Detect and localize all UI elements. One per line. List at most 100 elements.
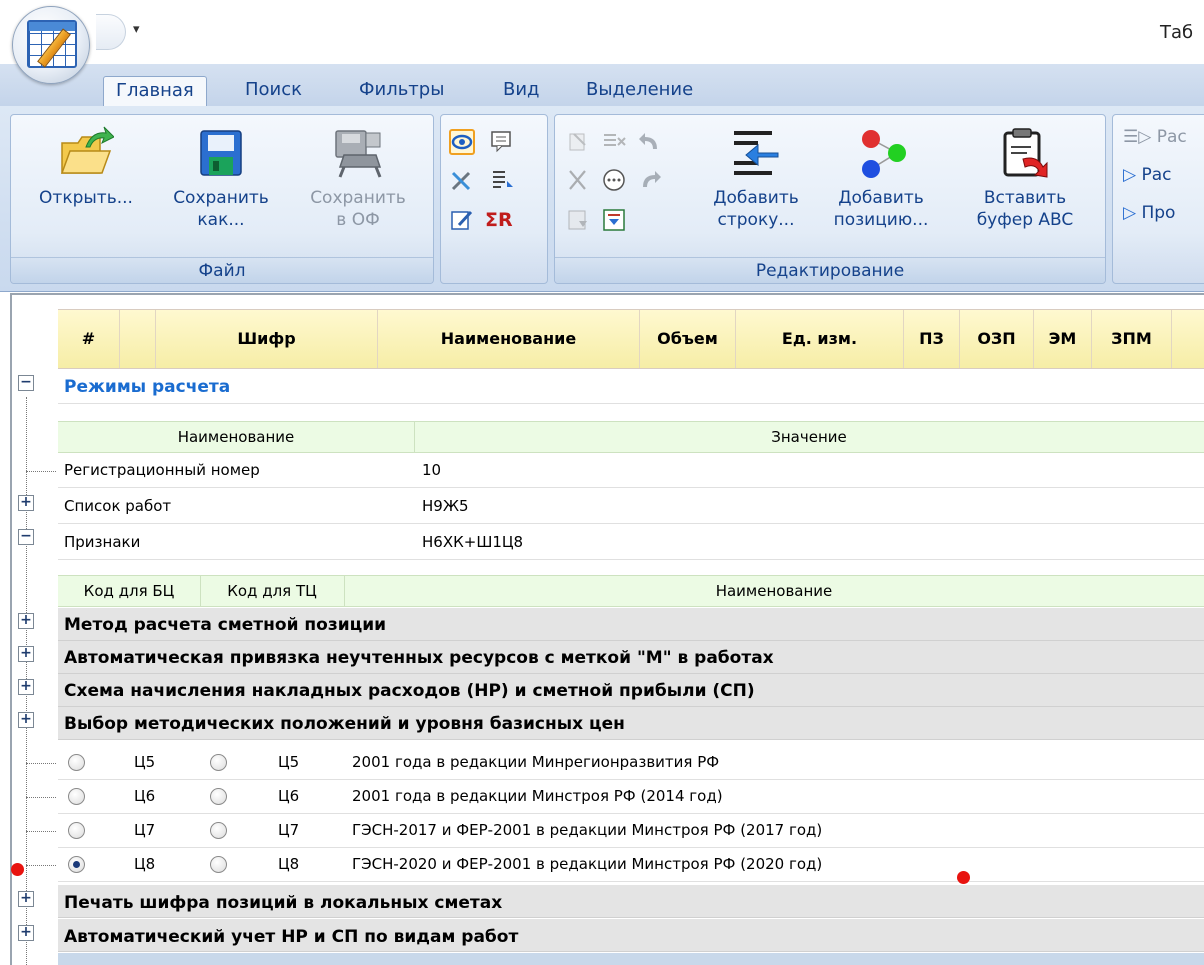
play-triangle-icon: ▷ <box>1123 165 1137 185</box>
window-title: Таб <box>1160 22 1194 43</box>
paste-abc-label-2: буфер ABC <box>976 210 1074 230</box>
collapse-flags-toggle[interactable]: − <box>18 529 34 545</box>
paste-abc-buffer-button[interactable]: Вставить буфер ABC <box>961 125 1089 231</box>
add-position-label-1: Добавить <box>838 188 924 208</box>
radio-bc-c5[interactable] <box>68 754 85 771</box>
add-position-button[interactable]: Добавить позицию... <box>821 125 941 231</box>
tools-icon[interactable] <box>449 167 475 193</box>
expand-group-toggle[interactable]: + <box>18 891 34 907</box>
col-unit[interactable]: Ед. изм. <box>736 310 904 368</box>
calc-item-2[interactable]: ▷ Рас <box>1123 165 1172 185</box>
radio-tc-c7[interactable] <box>210 822 227 839</box>
redo-icon[interactable] <box>637 167 663 193</box>
quick-access-toolbar[interactable] <box>96 14 126 50</box>
play-triangle-icon: ▷ <box>1123 203 1137 223</box>
eye-icon[interactable] <box>449 129 475 155</box>
open-folder-icon <box>58 125 115 181</box>
grid-header: # Шифр Наименование Объем Ед. изм. ПЗ ОЗ… <box>58 309 1204 369</box>
expand-group-toggle[interactable]: + <box>18 925 34 941</box>
props-header: Наименование Значение <box>58 421 1204 453</box>
separator <box>58 523 1204 524</box>
radio-bc-c6[interactable] <box>68 788 85 805</box>
flags-header: Код для БЦ Код для ТЦ Наименование <box>58 575 1204 607</box>
tab-home[interactable]: Главная <box>103 76 207 106</box>
tab-view[interactable]: Вид <box>491 76 552 106</box>
group-title-auto-overhead[interactable]: Автоматический учет НР и СП по видам раб… <box>64 927 518 947</box>
radio-bc-c8[interactable] <box>68 856 85 873</box>
col-number[interactable]: # <box>58 310 120 368</box>
radio-tc-c8[interactable] <box>210 856 227 873</box>
more-options-icon[interactable] <box>601 167 627 193</box>
prop-name: Список работ <box>64 497 172 515</box>
cut-icon[interactable] <box>565 167 591 193</box>
tab-selection[interactable]: Выделение <box>574 76 705 106</box>
prop-value[interactable]: Н9Ж5 <box>422 497 469 515</box>
edit-note-icon[interactable] <box>449 207 475 233</box>
col-code[interactable]: Шифр <box>156 310 378 368</box>
col-em[interactable]: ЭМ <box>1034 310 1092 368</box>
calc-item-3[interactable]: ▷ Про <box>1123 203 1175 223</box>
paste-doc-icon[interactable] <box>565 207 591 233</box>
group-title-print-codes[interactable]: Печать шифра позиций в локальных сметах <box>64 893 502 913</box>
app-menu-button[interactable] <box>12 6 90 84</box>
tree-branch <box>26 797 56 798</box>
tab-search[interactable]: Поиск <box>233 76 314 106</box>
col-pz[interactable]: ПЗ <box>904 310 960 368</box>
comment-icon[interactable] <box>489 129 515 155</box>
qat-dropdown-icon[interactable]: ▾ <box>133 22 140 37</box>
calc-list-icon: ☰▷ <box>1123 127 1152 147</box>
undo-icon[interactable] <box>637 129 663 155</box>
group-title-auto-binding[interactable]: Автоматическая привязка неучтенных ресур… <box>64 648 774 668</box>
prop-value[interactable]: Н6ХК+Ш1Ц8 <box>422 533 523 551</box>
collapse-section-toggle[interactable]: − <box>18 375 34 391</box>
expand-group-toggle[interactable]: + <box>18 613 34 629</box>
option-tc-code: Ц6 <box>278 787 300 805</box>
option-name: ГЭСН-2020 и ФЕР-2001 в редакции Минстроя… <box>352 855 823 873</box>
add-row-label-1: Добавить <box>713 188 799 208</box>
open-button[interactable]: Открыть... <box>25 125 147 209</box>
save-as-button[interactable]: Сохранить как... <box>159 125 283 231</box>
col-zpm[interactable]: ЗПМ <box>1092 310 1172 368</box>
col-volume[interactable]: Объем <box>640 310 736 368</box>
collapse-group-toggle[interactable]: + <box>18 712 34 728</box>
calc-item-1[interactable]: ☰▷ Рас <box>1123 127 1187 147</box>
option-bc-code: Ц8 <box>134 855 156 873</box>
tab-filters[interactable]: Фильтры <box>347 76 456 106</box>
expand-group-toggle[interactable]: + <box>18 679 34 695</box>
add-row-label-2: строку... <box>717 210 795 230</box>
add-row-button[interactable]: Добавить строку... <box>701 125 811 231</box>
separator <box>58 847 1204 848</box>
option-name: ГЭСН-2017 и ФЕР-2001 в редакции Минстроя… <box>352 821 823 839</box>
group-title-overhead-scheme[interactable]: Схема начисления накладных расходов (НР)… <box>64 681 755 701</box>
group-row-partial <box>58 953 1204 965</box>
group-title-calc-method[interactable]: Метод расчета сметной позиции <box>64 615 386 635</box>
save-to-of-button[interactable]: Сохранить в ОФ <box>295 125 421 231</box>
expand-work-list-toggle[interactable]: + <box>18 495 34 511</box>
tree-branch <box>26 763 56 764</box>
col-ozp[interactable]: ОЗП <box>960 310 1034 368</box>
tree-branch <box>26 471 56 472</box>
sum-r-icon[interactable]: ΣR <box>485 207 535 233</box>
section-title[interactable]: Режимы расчета <box>64 377 230 397</box>
calc-item-3-label: Про <box>1141 203 1176 223</box>
save-of-label-1: Сохранить <box>310 188 406 208</box>
clear-list-icon[interactable] <box>601 129 627 155</box>
radio-bc-c7[interactable] <box>68 822 85 839</box>
sort-list-icon[interactable] <box>601 207 627 233</box>
calc-item-2-label: Рас <box>1141 165 1172 185</box>
col-name[interactable]: Наименование <box>378 310 640 368</box>
prop-value[interactable]: 10 <box>422 461 441 479</box>
tree-branch <box>26 865 56 866</box>
copy-doc-icon[interactable] <box>565 129 591 155</box>
radio-tc-c5[interactable] <box>210 754 227 771</box>
radio-tc-c6[interactable] <box>210 788 227 805</box>
expand-group-toggle[interactable]: + <box>18 646 34 662</box>
col-flag[interactable] <box>120 310 156 368</box>
title-bar: ▾ Таб <box>0 0 1204 64</box>
open-label: Открыть... <box>39 188 133 208</box>
separator <box>58 487 1204 488</box>
option-bc-code: Ц6 <box>134 787 156 805</box>
list-filter-icon[interactable] <box>489 167 515 193</box>
group-title-methodology[interactable]: Выбор методических положений и уровня ба… <box>64 714 625 734</box>
option-tc-code: Ц8 <box>278 855 300 873</box>
